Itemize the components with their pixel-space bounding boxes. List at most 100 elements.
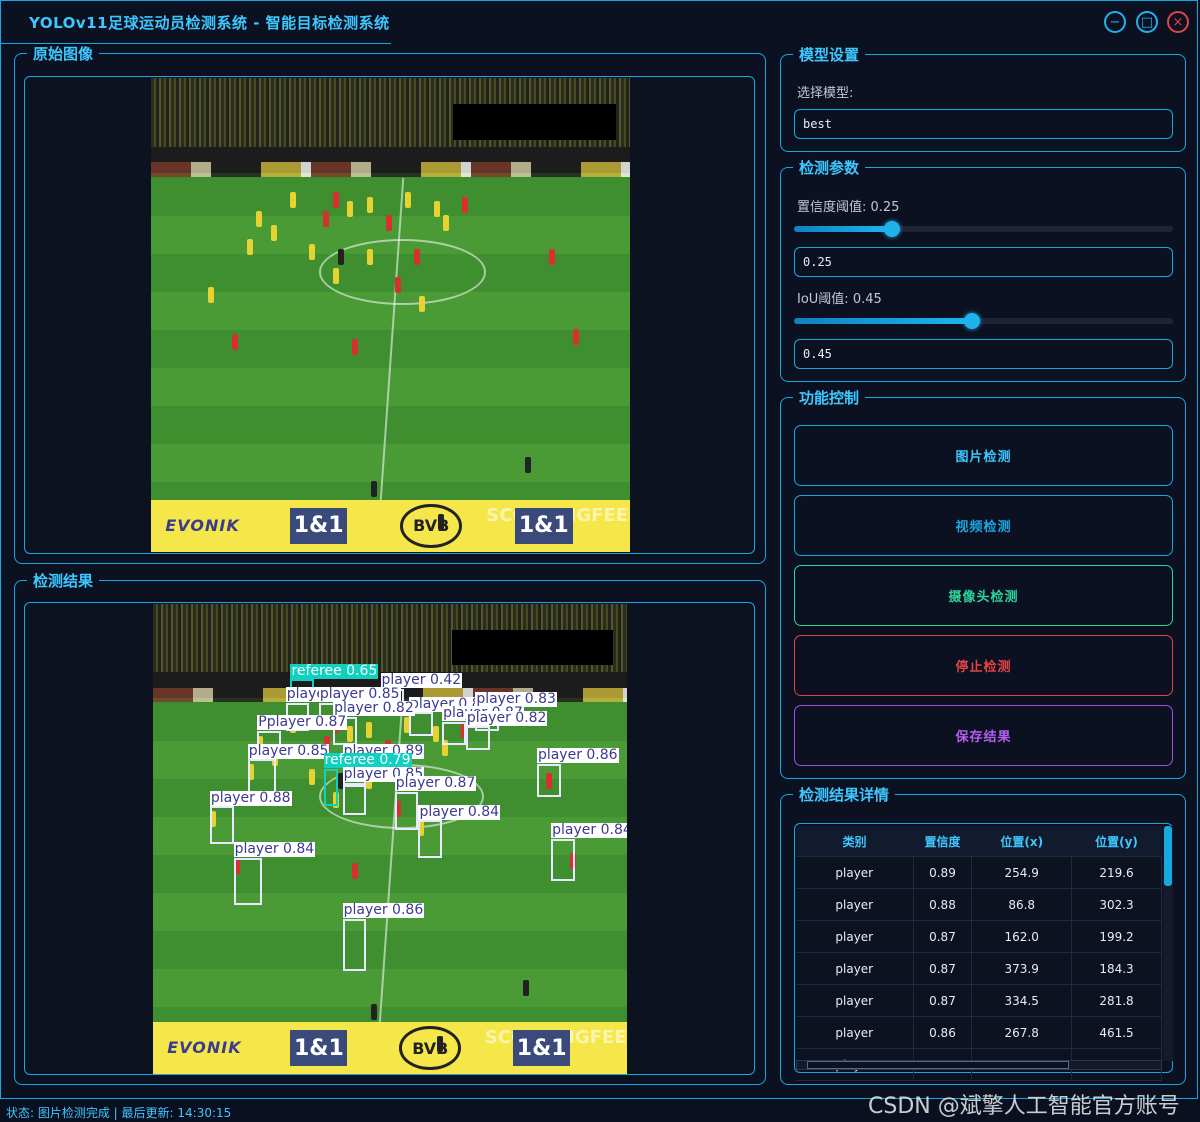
player-figure <box>309 768 316 785</box>
player-figure <box>437 1036 444 1053</box>
camera-detect-button[interactable]: 摄像头检测 <box>794 565 1173 626</box>
table-row[interactable]: player 0.87 373.9 184.3 <box>796 952 1162 985</box>
stadium-banner-1: EVONIK1&1BVBSCOUTINGFEED1&1 <box>151 499 630 552</box>
detection-box <box>536 763 561 797</box>
detection-box <box>342 918 367 971</box>
table-cell: 199.2 <box>1071 920 1162 953</box>
column-header-x[interactable]: 位置(x) <box>971 826 1072 857</box>
table-cell: player <box>796 920 914 953</box>
player-figure <box>524 457 531 474</box>
table-cell: 0.89 <box>913 856 973 889</box>
maximize-icon[interactable]: □ <box>1136 11 1158 33</box>
results-detail-title: 检测结果详情 <box>793 785 896 805</box>
player-figure <box>289 191 296 208</box>
detection-result-title: 检测结果 <box>27 571 100 591</box>
conf-slider-handle[interactable] <box>884 221 900 237</box>
player-figure <box>385 215 392 232</box>
player-figure <box>404 191 411 208</box>
player-figure <box>366 721 373 738</box>
stop-detect-button[interactable]: 停止检测 <box>794 635 1173 696</box>
detection-box <box>209 806 234 844</box>
player-figure <box>438 514 445 531</box>
table-row[interactable]: player 0.87 334.5 281.8 <box>796 984 1162 1017</box>
table-cell: player <box>796 952 914 985</box>
iou-slider-fill <box>794 318 972 324</box>
bvb-logo: BVB <box>399 1026 462 1070</box>
detection-label: player 0.87 <box>394 775 477 792</box>
player-figure <box>323 210 330 227</box>
table-cell: 281.8 <box>1071 984 1162 1017</box>
player-figure <box>270 224 277 241</box>
1and1-logo: 1&1 <box>289 507 348 545</box>
player-figure <box>419 296 426 313</box>
title-bar: YOLOv11足球运动员检测系统 - 智能目标检测系统 − □ × <box>1 1 1197 43</box>
detection-box <box>233 857 263 905</box>
detection-label: player 0.85 <box>247 742 330 759</box>
player-figure <box>433 201 440 218</box>
ad-board-strip-1 <box>151 162 630 177</box>
player-figure <box>256 210 263 227</box>
iou-slider[interactable] <box>794 313 1173 329</box>
1and1-logo-2: 1&1 <box>513 1030 571 1067</box>
table-header-row: 类别 置信度 位置(x) 位置(y) <box>796 826 1162 857</box>
evonik-logo: EVONIK <box>165 515 240 535</box>
detection-box <box>342 782 367 816</box>
column-header-y[interactable]: 位置(y) <box>1071 826 1162 857</box>
iou-slider-handle[interactable] <box>964 313 980 329</box>
table-horizontal-scrollbar[interactable] <box>796 1060 1162 1070</box>
table-cell: 162.0 <box>971 920 1072 953</box>
results-table: 类别 置信度 位置(x) 位置(y) player 0.89 254.9 219.6 p… <box>796 826 1162 1081</box>
table-row[interactable]: player 0.89 254.9 219.6 <box>796 856 1162 889</box>
conf-threshold-label: 置信度阈值: 0.25 <box>797 200 900 215</box>
table-cell: 461.5 <box>1071 1016 1162 1049</box>
player-figure <box>432 726 439 743</box>
model-select[interactable]: best <box>794 109 1173 139</box>
player-figure <box>333 191 340 208</box>
bvb-logo: BVB <box>400 504 463 548</box>
controls-title: 功能控制 <box>793 388 866 408</box>
player-figure <box>371 1003 378 1020</box>
vertical-scroll-thumb[interactable] <box>1164 826 1172 886</box>
table-cell: player <box>796 984 914 1017</box>
player-figure <box>309 243 316 260</box>
conf-slider[interactable] <box>794 221 1173 237</box>
detection-label: player 0.86 <box>342 902 425 919</box>
table-cell: 0.87 <box>913 920 973 953</box>
close-icon[interactable]: × <box>1167 11 1189 33</box>
result-image: EVONIK1&1BVBSCOUTINGFEED1&1referee 0.65p… <box>153 604 627 1074</box>
table-cell: 373.9 <box>971 952 1072 985</box>
player-figure <box>366 196 373 213</box>
horizontal-scroll-thumb[interactable] <box>807 1061 1069 1069</box>
player-figure <box>246 239 253 256</box>
1and1-logo: 1&1 <box>290 1030 348 1067</box>
detect-params-title: 检测参数 <box>793 158 866 178</box>
conf-slider-fill <box>794 226 892 232</box>
detection-box <box>323 768 338 807</box>
column-header-class[interactable]: 类别 <box>796 826 914 857</box>
image-detect-button[interactable]: 图片检测 <box>794 425 1173 486</box>
detection-box <box>551 839 575 882</box>
table-cell: 302.3 <box>1071 888 1162 921</box>
player-figure <box>548 248 555 265</box>
player-figure <box>366 248 373 265</box>
table-row[interactable]: player 0.88 86.8 302.3 <box>796 888 1162 921</box>
column-header-confidence[interactable]: 置信度 <box>913 826 972 857</box>
table-row[interactable]: player 0.86 267.8 461.5 <box>796 1016 1162 1049</box>
detection-label: Pplayer 0.87 <box>257 714 348 731</box>
table-vertical-scrollbar[interactable] <box>1163 826 1173 1061</box>
player-figure <box>572 329 579 346</box>
table-cell: player <box>796 888 914 921</box>
iou-input[interactable]: 0.45 <box>794 339 1173 369</box>
player-figure <box>347 201 354 218</box>
conf-input[interactable]: 0.25 <box>794 247 1173 277</box>
detection-box <box>465 726 490 750</box>
video-detect-button[interactable]: 视频检测 <box>794 495 1173 556</box>
save-result-button[interactable]: 保存结果 <box>794 705 1173 766</box>
table-cell: 184.3 <box>1071 952 1162 985</box>
table-row[interactable]: player 0.87 162.0 199.2 <box>796 920 1162 953</box>
table-cell: 267.8 <box>971 1016 1072 1049</box>
player-figure <box>352 862 359 879</box>
minimize-icon[interactable]: − <box>1104 11 1126 33</box>
player-figure <box>443 215 450 232</box>
stadium-banner-2: EVONIK1&1BVBSCOUTINGFEED1&1 <box>153 1022 627 1074</box>
